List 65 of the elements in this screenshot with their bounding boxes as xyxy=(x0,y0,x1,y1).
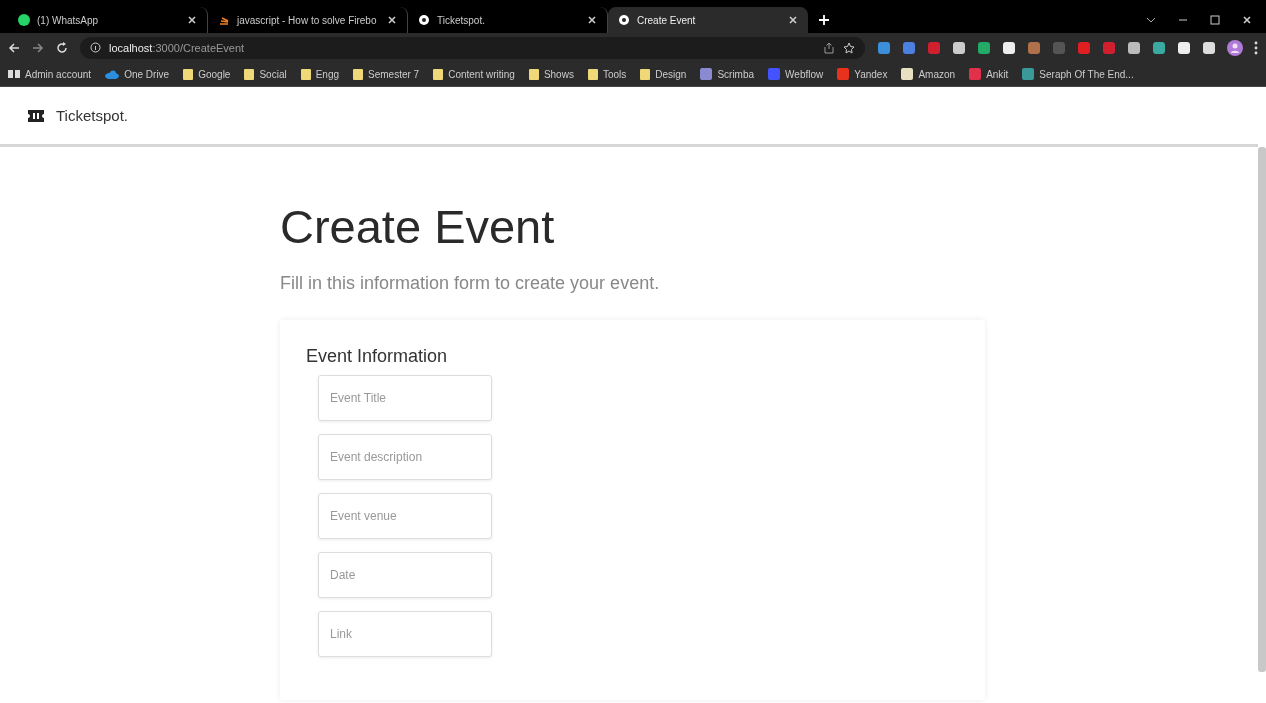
bookmark[interactable]: Amazon xyxy=(901,68,956,80)
close-icon[interactable] xyxy=(187,15,197,25)
bookmark[interactable]: Engg xyxy=(300,68,340,80)
cloud-icon xyxy=(105,69,120,79)
bookmark[interactable]: Social xyxy=(244,68,287,80)
bookmark[interactable]: Yandex xyxy=(837,68,888,80)
folder-icon xyxy=(587,68,598,80)
dot-icon xyxy=(618,14,630,26)
section-title: Event Information xyxy=(306,346,449,367)
page-subtitle: Fill in this information form to create your event. xyxy=(280,273,661,294)
bookmark[interactable]: Shows xyxy=(528,68,574,80)
bookmark[interactable]: Ankit xyxy=(969,68,1009,80)
close-icon[interactable] xyxy=(387,15,397,25)
extension-icon[interactable] xyxy=(1002,40,1016,55)
folder-icon xyxy=(300,68,311,80)
extension-icon[interactable] xyxy=(1202,40,1216,55)
scrollbar[interactable] xyxy=(1258,147,1266,672)
stack-icon xyxy=(218,14,230,26)
folder-icon xyxy=(433,68,444,80)
bookmark[interactable]: Semester 7 xyxy=(353,68,420,80)
bookmark[interactable]: Content writing xyxy=(433,68,515,80)
folder-icon xyxy=(528,68,539,80)
dot-icon xyxy=(418,14,430,26)
bookmark[interactable]: Design xyxy=(640,68,687,80)
input-field[interactable]: Date xyxy=(318,552,492,598)
info-icon xyxy=(90,42,101,53)
bookmark[interactable]: One Drive xyxy=(105,68,170,80)
bookmark[interactable]: Admin account xyxy=(8,68,92,80)
bookmark[interactable]: Webflow xyxy=(768,68,824,80)
ticket-icon xyxy=(28,109,44,122)
input-field[interactable]: Event description xyxy=(318,434,492,480)
url-text: localhost:3000/CreateEvent xyxy=(109,41,245,54)
input-field[interactable]: Event venue xyxy=(318,493,492,539)
close-icon[interactable] xyxy=(788,15,798,25)
folder-icon xyxy=(183,68,194,80)
bookmark[interactable]: Seraph Of The End... xyxy=(1022,68,1134,80)
extension-icon[interactable] xyxy=(952,40,966,55)
extension-icon[interactable] xyxy=(1127,40,1141,55)
back-icon[interactable] xyxy=(8,41,20,54)
forward-icon[interactable] xyxy=(32,41,44,54)
chevron-down-icon[interactable] xyxy=(1146,15,1156,25)
avatar-icon[interactable] xyxy=(1227,39,1243,56)
menu-icon[interactable] xyxy=(1254,40,1258,55)
input-field[interactable]: Event Title xyxy=(318,375,492,421)
folder-icon xyxy=(353,68,364,80)
folder-icon xyxy=(244,68,255,80)
maximize-icon[interactable] xyxy=(1210,15,1220,25)
close-icon[interactable] xyxy=(587,15,597,25)
bookmark[interactable]: Scrimba xyxy=(700,68,755,80)
close-icon[interactable] xyxy=(1242,15,1252,25)
reload-icon[interactable] xyxy=(56,41,68,54)
extension-icon[interactable] xyxy=(1177,40,1191,55)
share-icon[interactable] xyxy=(823,41,835,54)
plus-icon[interactable] xyxy=(818,14,830,26)
bookmark[interactable]: Google xyxy=(183,68,231,80)
star-icon[interactable] xyxy=(843,41,855,54)
address-bar[interactable]: localhost:3000/CreateEvent xyxy=(80,36,865,59)
browser-tab[interactable]: Create Event xyxy=(608,7,808,33)
page-title: Create Event xyxy=(280,199,556,255)
brand-name[interactable]: Ticketspot. xyxy=(56,107,128,124)
grid-icon xyxy=(8,70,20,78)
extension-icon[interactable] xyxy=(1152,40,1166,55)
folder-icon xyxy=(640,68,651,80)
bookmark[interactable]: Tools xyxy=(587,68,627,80)
input-field[interactable]: Link xyxy=(318,611,492,657)
